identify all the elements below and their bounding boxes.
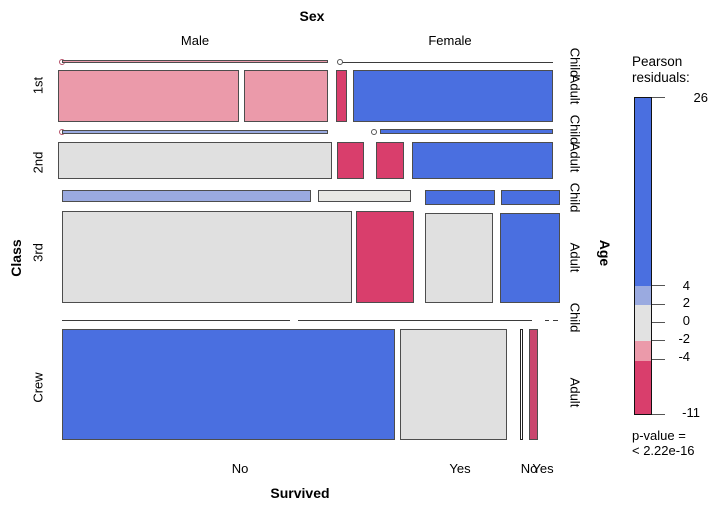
- residual-guide-crew-female-child: [298, 320, 532, 321]
- tile-3rd-male-adult-yes[interactable]: [356, 211, 414, 303]
- tile-crew-adult-female-no[interactable]: [520, 329, 523, 440]
- tile-2nd-male-child-no[interactable]: [62, 130, 328, 134]
- tile-3rd-male-child-yes[interactable]: [318, 190, 411, 202]
- bottom-axis-tick-female-yes: Yes: [532, 461, 554, 476]
- tile-2nd-female-adult-no[interactable]: [376, 142, 404, 179]
- tile-3rd-female-adult-yes[interactable]: [500, 213, 560, 303]
- tile-3rd-female-child-yes[interactable]: [501, 190, 560, 205]
- legend-label-4: 4: [682, 278, 690, 293]
- residual-guide-1st-female-child: [340, 62, 553, 63]
- legend-band-light-blue: [635, 286, 651, 305]
- tile-crew-adult-male-no[interactable]: [62, 329, 395, 440]
- bottom-axis-tick-male-no: No: [231, 461, 249, 476]
- tile-crew-adult-male-yes[interactable]: [400, 329, 507, 440]
- residual-guide-crew-child-stub-a: [545, 320, 549, 321]
- tile-1st-female-adult-no[interactable]: [336, 70, 347, 122]
- tile-1st-male-adult-no[interactable]: [58, 70, 239, 122]
- legend-label-0: 0: [682, 313, 690, 328]
- tile-1st-male-adult-yes[interactable]: [244, 70, 328, 122]
- mosaic-plot-area: [0, 0, 600, 470]
- tile-3rd-female-adult-no[interactable]: [425, 213, 493, 303]
- legend-title: Pearson residuals:: [632, 54, 690, 86]
- legend-label-2: 2: [682, 295, 690, 310]
- legend-color-bar[interactable]: [634, 97, 652, 415]
- residual-anchor-dot-1st-female-child: [337, 59, 343, 65]
- legend-label-neg2: -2: [678, 331, 690, 346]
- tile-3rd-male-adult-no[interactable]: [62, 211, 352, 303]
- legend-band-strong-red: [635, 361, 651, 414]
- tile-3rd-male-child-no[interactable]: [62, 190, 311, 202]
- tile-3rd-female-child-no[interactable]: [425, 190, 495, 205]
- tile-2nd-female-adult-yes[interactable]: [412, 142, 553, 179]
- tile-2nd-male-adult-yes[interactable]: [337, 142, 364, 179]
- legend-label-max: 26: [693, 90, 708, 105]
- residual-anchor-dot-2nd-female-child: [371, 129, 377, 135]
- tile-2nd-male-adult-no[interactable]: [58, 142, 332, 179]
- residual-guide-crew-male-child: [62, 320, 290, 321]
- tile-1st-female-adult-yes[interactable]: [353, 70, 553, 122]
- tile-2nd-female-child-yes[interactable]: [380, 129, 553, 134]
- p-value-line2: < 2.22e-16: [632, 443, 695, 458]
- tile-crew-adult-female-yes[interactable]: [529, 329, 538, 440]
- bottom-axis-title: Survived: [270, 485, 330, 501]
- p-value-annotation: p-value = < 2.22e-16: [632, 428, 695, 458]
- p-value-line1: p-value =: [632, 428, 686, 443]
- bottom-axis-tick-male-yes: Yes: [449, 461, 471, 476]
- legend-title-line1: Pearson: [632, 54, 683, 69]
- legend-label-min: -11: [682, 405, 700, 420]
- residual-guide-crew-child-stub-b: [553, 320, 558, 321]
- tile-1st-male-child-no[interactable]: [62, 60, 328, 63]
- legend-band-light-pink: [635, 341, 651, 361]
- legend-band-strong-blue: [635, 98, 651, 286]
- legend-label-neg4: -4: [678, 349, 690, 364]
- legend-title-line2: residuals:: [632, 70, 690, 85]
- legend-band-neutral-grey: [635, 305, 651, 341]
